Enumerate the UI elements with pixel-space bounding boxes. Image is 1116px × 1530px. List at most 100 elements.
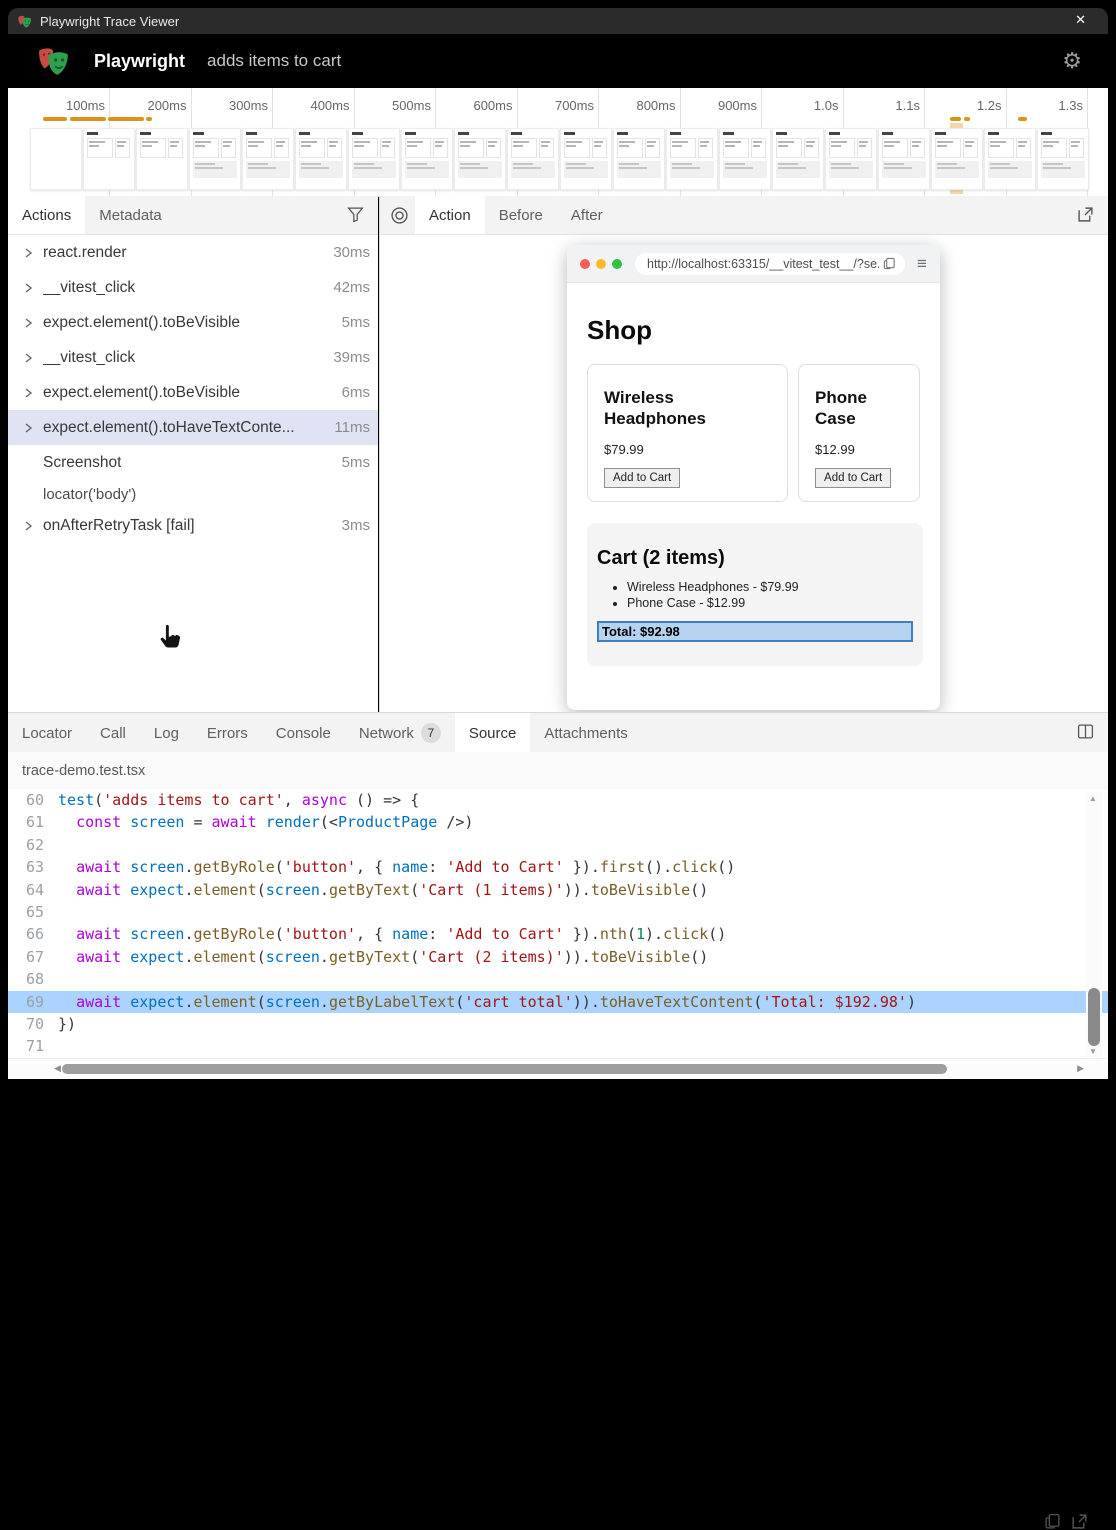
thumb-shop-title — [352, 132, 363, 135]
horizontal-scroll-thumb[interactable] — [62, 1064, 947, 1074]
source-line[interactable]: 65 — [8, 901, 1108, 923]
source-line[interactable]: 67 await expect.element(screen.getByText… — [8, 946, 1108, 968]
scroll-right-arrow-icon[interactable]: ▶ — [1077, 1063, 1084, 1074]
horizontal-scrollbar[interactable]: ◀ ▶ — [8, 1058, 1108, 1079]
timeline-screenshot-thumbnail[interactable] — [984, 128, 1036, 190]
timeline-screenshot-thumbnail[interactable] — [560, 128, 612, 190]
thumb-line — [142, 141, 158, 143]
action-row[interactable]: Screenshot5ms — [8, 445, 378, 480]
action-row[interactable]: expect.element().toHaveTextConte...11ms — [8, 410, 378, 445]
add-to-cart-button[interactable]: Add to Cart — [815, 468, 891, 488]
tab-console[interactable]: Console — [262, 713, 345, 753]
source-line[interactable]: 63 await screen.getByRole('button', { na… — [8, 856, 1108, 878]
thumb-cart-box — [617, 161, 661, 178]
tab-locator[interactable]: Locator — [8, 713, 86, 753]
tab-before[interactable]: Before — [485, 196, 557, 234]
timeline-screenshot-thumbnail[interactable] — [666, 128, 718, 190]
timeline-screenshot-thumbnail[interactable] — [401, 128, 453, 190]
action-row[interactable]: expect.element().toBeVisible6ms — [8, 375, 378, 410]
source-code-view[interactable]: 60test('adds items to cart', async () =>… — [8, 789, 1108, 1058]
vertical-scrollbar[interactable]: ▲ ▼ — [1086, 792, 1102, 1058]
timeline-screenshot-thumbnail[interactable] — [83, 128, 135, 190]
open-source-external-icon[interactable] — [1071, 1513, 1088, 1530]
thumb-line — [170, 141, 179, 143]
thumb-line — [354, 163, 374, 165]
timeline-screenshot-thumbnail[interactable] — [613, 128, 665, 190]
open-snapshot-external-icon[interactable] — [1077, 206, 1094, 223]
tab-label: Source — [469, 725, 517, 742]
timeline-screenshot-thumbnail[interactable] — [136, 128, 188, 190]
tab-call[interactable]: Call — [86, 713, 140, 753]
action-row[interactable]: expect.element().toBeVisible5ms — [8, 305, 378, 340]
source-line[interactable]: 66 await screen.getByRole('button', { na… — [8, 923, 1108, 945]
tab-network[interactable]: Network7 — [345, 713, 455, 753]
timeline-screenshot-thumbnail[interactable] — [719, 128, 771, 190]
window-title: Playwright Trace Viewer — [40, 14, 179, 29]
code-token: () — [690, 881, 708, 899]
window-close-button[interactable]: ✕ — [1075, 12, 1086, 28]
timeline-screenshot-thumbnail[interactable] — [295, 128, 347, 190]
browser-menu-icon[interactable]: ≡ — [917, 254, 927, 274]
timeline-screenshot-thumbnail[interactable] — [1037, 128, 1089, 190]
split-view-icon[interactable] — [1077, 723, 1094, 740]
filter-icon[interactable] — [347, 206, 364, 223]
timeline-screenshot-thumbnail[interactable] — [454, 128, 506, 190]
scroll-left-arrow-icon[interactable]: ◀ — [54, 1063, 61, 1074]
tab-attachments[interactable]: Attachments — [530, 713, 641, 753]
source-line[interactable]: 70}) — [8, 1013, 1108, 1035]
timeline-screenshot-thumbnail[interactable] — [30, 128, 82, 190]
settings-gear-icon[interactable]: ⚙ — [1062, 48, 1082, 74]
scroll-down-arrow-icon[interactable]: ▼ — [1089, 1047, 1097, 1056]
thumb-line — [566, 163, 586, 165]
source-line[interactable]: 64 await expect.element(screen.getByText… — [8, 879, 1108, 901]
copy-url-icon[interactable] — [883, 257, 896, 270]
source-line[interactable]: 69 await expect.element(screen.getByLabe… — [8, 991, 1108, 1013]
timeline-screenshot-thumbnail[interactable] — [507, 128, 559, 190]
source-line[interactable]: 68 — [8, 968, 1108, 990]
code-token: 'Cart (2 items)' — [419, 948, 564, 966]
source-line[interactable]: 60test('adds items to cart', async () =>… — [8, 789, 1108, 811]
tab-after[interactable]: After — [557, 196, 617, 234]
action-row[interactable]: onAfterRetryTask [fail]3ms — [8, 508, 378, 543]
source-line[interactable]: 71 — [8, 1035, 1108, 1057]
add-to-cart-button[interactable]: Add to Cart — [604, 468, 680, 488]
source-filebar: trace-demo.test.tsx — [8, 752, 1108, 790]
action-row[interactable]: __vitest_click39ms — [8, 340, 378, 375]
timeline-screenshot-thumbnail[interactable] — [348, 128, 400, 190]
source-line[interactable]: 61 const screen = await render(<ProductP… — [8, 811, 1108, 833]
code-token: : — [428, 925, 446, 943]
code-token: name — [392, 925, 428, 943]
tab-log[interactable]: Log — [140, 713, 193, 753]
tab-metadata[interactable]: Metadata — [85, 196, 176, 234]
tab-source[interactable]: Source — [455, 713, 531, 753]
action-row[interactable]: __vitest_click42ms — [8, 270, 378, 305]
target-icon[interactable] — [390, 206, 409, 225]
source-line[interactable]: 62 — [8, 834, 1108, 856]
timeline-screenshot-thumbnail[interactable] — [242, 128, 294, 190]
timeline-screenshot-thumbnail[interactable] — [931, 128, 983, 190]
scroll-up-arrow-icon[interactable]: ▲ — [1089, 794, 1097, 803]
tab-errors[interactable]: Errors — [193, 713, 262, 753]
timeline-screenshot-thumbnail[interactable] — [878, 128, 930, 190]
code-token — [121, 993, 130, 1011]
timeline-filmstrip[interactable] — [30, 128, 1089, 190]
timeline-screenshot-thumbnail[interactable] — [825, 128, 877, 190]
tab-actions[interactable]: Actions — [8, 196, 85, 234]
timeline-screenshot-thumbnail[interactable] — [189, 128, 241, 190]
action-row[interactable]: react.render30ms — [8, 235, 378, 270]
line-number: 69 — [8, 991, 44, 1013]
thumb-shop-title — [1041, 132, 1052, 135]
code-token: )). — [564, 881, 591, 899]
chevron-right-icon — [22, 520, 36, 532]
vertical-scroll-thumb[interactable] — [1088, 988, 1100, 1046]
network-count-badge: 7 — [421, 723, 441, 743]
thumb-products — [988, 138, 1032, 158]
timeline[interactable]: 100ms200ms300ms400ms500ms600ms700ms800ms… — [8, 88, 1108, 197]
tab-action[interactable]: Action — [415, 196, 485, 234]
line-number: 70 — [8, 1013, 44, 1035]
thumb-line — [301, 163, 321, 165]
timeline-screenshot-thumbnail[interactable] — [772, 128, 824, 190]
copy-source-icon[interactable] — [1044, 1513, 1061, 1530]
address-bar[interactable]: http://localhost:63315/__vitest_test__/?… — [635, 253, 905, 275]
code-token — [58, 925, 76, 943]
